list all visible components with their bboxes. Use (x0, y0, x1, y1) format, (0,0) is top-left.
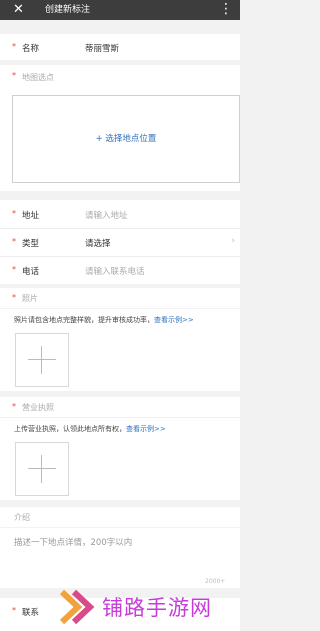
required-mark: * (12, 402, 16, 411)
name-label: 名称 (22, 44, 40, 54)
name-value[interactable]: 蒂丽雪斯 (85, 42, 119, 54)
map-pick-box[interactable]: + 选择地点位置 (12, 95, 240, 183)
required-mark: * (12, 293, 16, 302)
intro-label: 介绍 (14, 513, 30, 522)
required-mark: * (12, 71, 16, 80)
watermark-small-text: 2000+ (205, 578, 226, 585)
top-bar: ✕ 创建新标注 ⋮ (0, 0, 240, 20)
address-input[interactable]: 请输入地址 (85, 209, 128, 221)
phone-label: 电话 (22, 267, 40, 277)
photos-header: * 照片 (0, 288, 240, 308)
plus-icon (28, 468, 56, 469)
close-icon[interactable]: ✕ (13, 2, 24, 18)
required-mark: * (12, 42, 16, 51)
plus-icon (28, 359, 56, 360)
phone-input[interactable]: 请输入联系电话 (85, 265, 145, 277)
license-header: * 营业执照 (0, 397, 240, 417)
intro-body[interactable]: 描述一下地点详情，200字以内 (0, 528, 240, 588)
address-label: 地址 (22, 211, 40, 221)
more-vertical-icon[interactable]: ⋮ (219, 0, 233, 18)
photos-label: 照片 (22, 294, 38, 303)
photo-upload-button[interactable] (15, 333, 69, 387)
type-label: 类型 (22, 239, 40, 249)
photos-example-link[interactable]: 查看示例>> (154, 316, 194, 324)
phone-row[interactable]: * 电话 请输入联系电话 (0, 257, 240, 284)
watermark-logo-icon (59, 589, 95, 625)
license-body: 上传营业执照，认领此地点所有权，查看示例>> (0, 418, 240, 500)
select-location-link[interactable]: + 选择地点位置 (13, 132, 239, 144)
intro-header: 介绍 (0, 507, 240, 527)
intro-textarea[interactable]: 描述一下地点详情，200字以内 (14, 536, 132, 548)
page-title: 创建新标注 (45, 5, 91, 15)
required-mark: * (12, 209, 16, 218)
photos-body: 照片请包含地点完整样貌，提升审核成功率，查看示例>> (0, 309, 240, 391)
license-label: 营业执照 (22, 403, 54, 412)
type-row[interactable]: * 类型 请选择 › (0, 229, 240, 256)
required-mark: * (12, 606, 16, 615)
watermark-text: 铺路手游网 (102, 596, 212, 620)
address-row[interactable]: * 地址 请输入地址 (0, 200, 240, 228)
required-mark: * (12, 237, 16, 246)
contact-label: 联系 (22, 608, 40, 618)
photos-hint: 照片请包含地点完整样貌，提升审核成功率，查看示例>> (14, 315, 194, 325)
map-pick-label: 地图选点 (22, 73, 54, 82)
license-upload-button[interactable] (15, 442, 69, 496)
required-mark: * (12, 265, 16, 274)
license-hint: 上传营业执照，认领此地点所有权，查看示例>> (14, 424, 166, 434)
chevron-right-icon: › (231, 236, 235, 246)
license-example-link[interactable]: 查看示例>> (126, 425, 166, 433)
license-hint-text: 上传营业执照，认领此地点所有权， (14, 425, 126, 433)
photos-hint-text: 照片请包含地点完整样貌，提升审核成功率， (14, 316, 154, 324)
name-row[interactable]: * 名称 蒂丽雪斯 (0, 34, 240, 60)
type-select[interactable]: 请选择 (85, 237, 111, 249)
